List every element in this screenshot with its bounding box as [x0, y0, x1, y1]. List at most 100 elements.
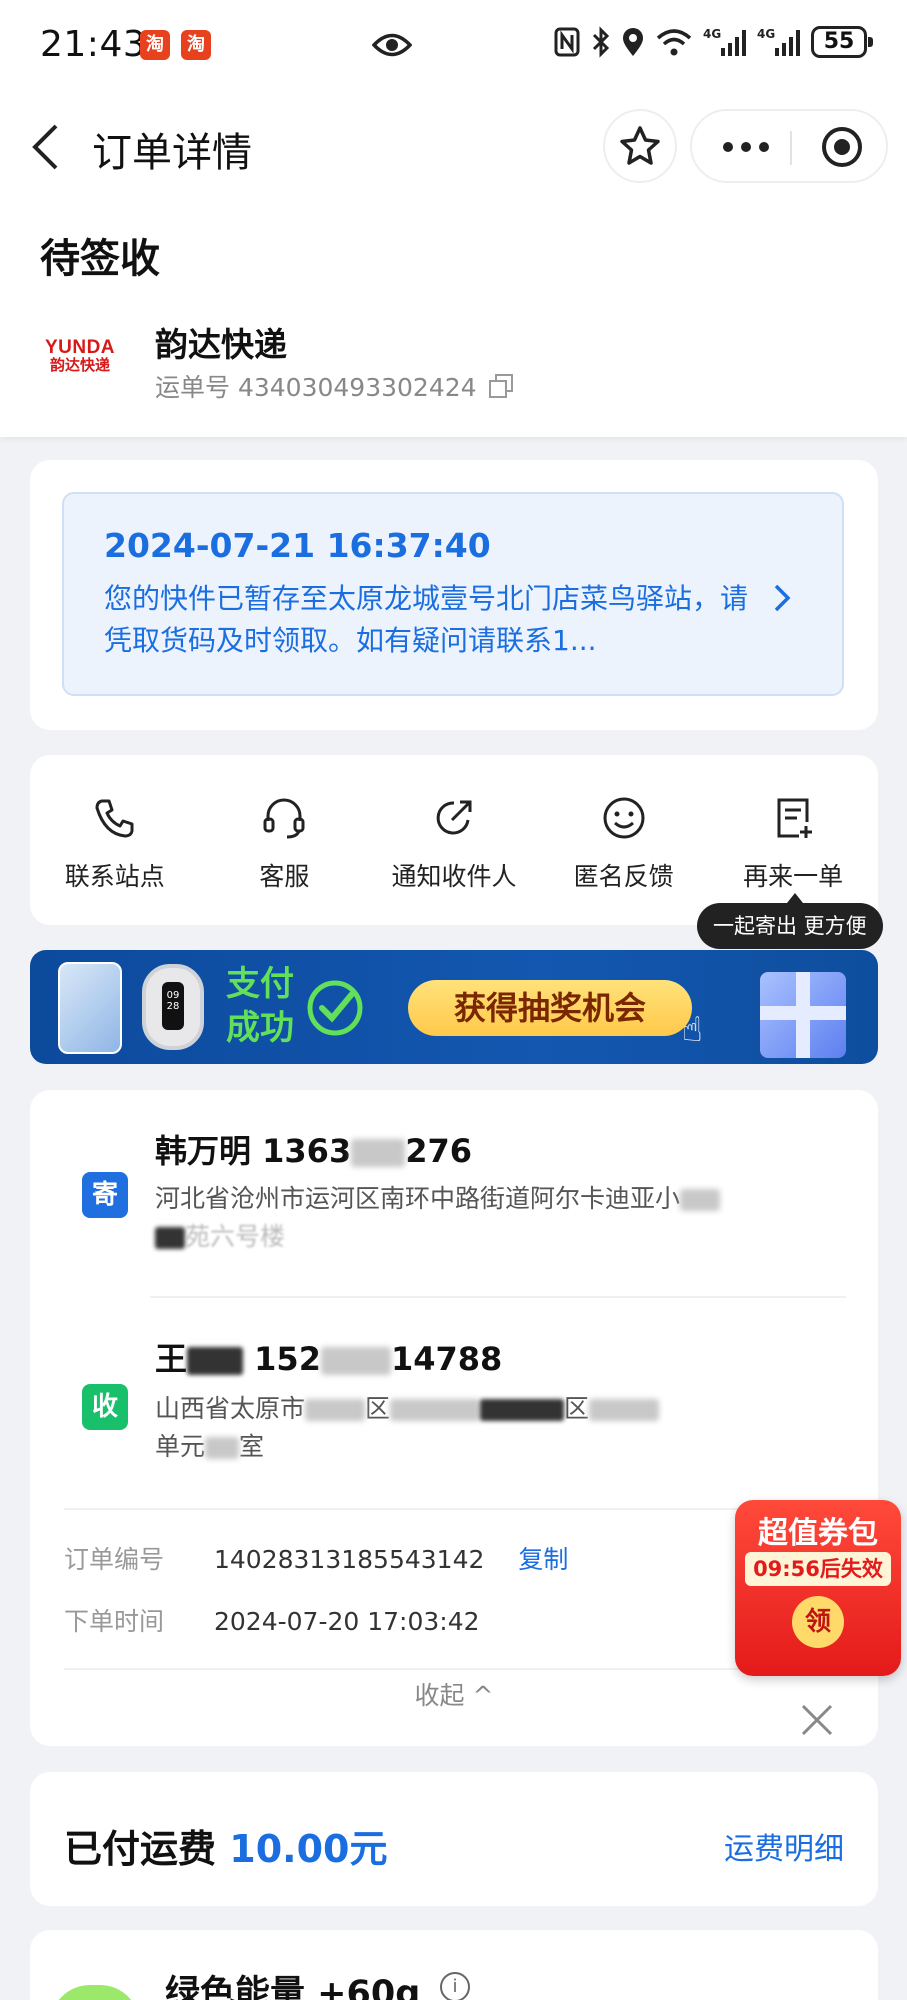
- close-icon: [801, 1704, 833, 1736]
- recipient-name-phone: 王 152 14788: [155, 1334, 502, 1380]
- action-label: 联系站点: [64, 862, 165, 891]
- anonymous-feedback-button[interactable]: 匿名反馈: [539, 755, 709, 925]
- nav-bar: 订单详情: [0, 98, 907, 196]
- actions-card: 联系站点 客服 通知收件人 匿名反馈 再来一单: [30, 755, 878, 925]
- waybill-number[interactable]: 运单号 434030493302424: [155, 368, 515, 404]
- contact-station-button[interactable]: 联系站点: [30, 755, 200, 925]
- tracking-card: 2024-07-21 16:37:40 您的快件已暂存至太原龙城壹号北门店菜鸟驿…: [30, 460, 878, 730]
- taobao-app-icon-2: 淘: [181, 30, 211, 60]
- fee-summary: 已付运费 10.00元: [64, 1818, 387, 1873]
- wifi-icon: [656, 29, 692, 56]
- pay-line-2: 成功: [226, 1008, 294, 1048]
- clock: 21:43: [40, 24, 147, 65]
- sender-name: 韩万明 1363: [155, 1132, 352, 1170]
- action-label: 客服: [259, 862, 310, 891]
- sender-phone-tail: 276: [405, 1132, 473, 1170]
- status-bar: 21:43 淘 淘 4G 4G 55: [0, 0, 907, 92]
- lottery-cta[interactable]: 获得抽奖机会: [408, 980, 692, 1036]
- star-icon: [620, 126, 660, 165]
- coupon-float[interactable]: 超值券包 09:56后失效 领: [735, 1500, 901, 1676]
- logo-text-en: YUNDA: [44, 337, 116, 358]
- courier-logo: YUNDA 韵达快递: [40, 338, 120, 373]
- recipient-address-mid2: 区: [564, 1394, 590, 1423]
- redacted-block: [305, 1398, 366, 1422]
- recipient-address-line2: 单元: [155, 1432, 206, 1461]
- redacted-block: [187, 1346, 244, 1376]
- collapse-button[interactable]: 收起 ^: [30, 1676, 878, 1712]
- order-number: 1402831318554314​2: [214, 1545, 485, 1574]
- redacted-block: [155, 1226, 185, 1250]
- recipient-tag: 收: [82, 1384, 128, 1430]
- status-icons: 4G 4G 55: [553, 26, 873, 58]
- redacted-block: [480, 1398, 565, 1422]
- miniapp-capsule: [690, 109, 888, 183]
- capsule-divider: [790, 131, 792, 165]
- recipient-address-mid1: 区: [365, 1394, 391, 1423]
- sender-name-phone: 韩万明 1363 276: [155, 1126, 472, 1172]
- divider: [150, 1296, 846, 1298]
- note-plus-icon: [708, 793, 878, 843]
- recipient-phone-head: 152: [254, 1340, 321, 1378]
- network-label-2: 4G: [757, 27, 775, 41]
- logo-text-cn: 韵达快递: [49, 356, 110, 374]
- pay-line-1: 支付: [226, 964, 294, 1004]
- order-number-label: 订单编号: [64, 1545, 165, 1574]
- signal-4g-icon-2: 4G: [757, 27, 800, 56]
- sender-address-fragment: 苑六号楼: [185, 1222, 286, 1251]
- redacted-block: [351, 1138, 406, 1168]
- coupon-title: 超值券包: [758, 1516, 878, 1551]
- coupon-expiry: 09:56后失效: [745, 1552, 891, 1586]
- order-number-row: 订单编号 1402831318554314​2 复制: [64, 1540, 568, 1576]
- sender-address: 河北省沧州市运河区南环中路街道阿尔卡迪亚小 苑六号楼: [155, 1180, 835, 1256]
- copy-order-button[interactable]: 复制: [518, 1545, 568, 1574]
- customer-service-button[interactable]: 客服: [200, 755, 370, 925]
- headset-icon: [200, 793, 370, 843]
- close-coupon-button[interactable]: [799, 1702, 835, 1742]
- coupon-claim-button[interactable]: 领: [792, 1596, 844, 1648]
- reorder-tooltip: 一起寄出 更方便: [697, 893, 883, 949]
- location-icon: [623, 28, 643, 56]
- divider: [64, 1508, 846, 1510]
- more-dots-icon: [723, 142, 769, 152]
- fee-detail-link[interactable]: 运费明细: [724, 1824, 844, 1868]
- waybill-text: 运单号 434030493302424: [155, 373, 477, 402]
- copy-icon[interactable]: [487, 372, 515, 400]
- watch-face: 09 28: [162, 982, 184, 1030]
- order-status: 待签收: [40, 236, 160, 282]
- action-label: 再来一单: [743, 862, 844, 891]
- taobao-app-icon: 淘: [140, 30, 170, 60]
- network-label: 4G: [703, 27, 721, 41]
- courier-name: 韵达快递: [155, 325, 287, 364]
- tracking-datetime: 2024-07-21 16:37:40: [104, 526, 491, 565]
- fee-amount: 10.00元: [229, 1827, 388, 1871]
- order-time-label: 下单时间: [64, 1607, 165, 1636]
- favorite-button[interactable]: [603, 109, 677, 183]
- battery-indicator: 55: [811, 26, 873, 58]
- signal-4g-icon: 4G: [703, 27, 746, 56]
- fee-label: 已付运费: [64, 1827, 217, 1871]
- share-arrow-icon: [369, 793, 539, 843]
- close-miniapp-button[interactable]: [820, 125, 864, 173]
- redacted-block: [390, 1398, 481, 1422]
- notify-recipient-button[interactable]: 通知收件人: [369, 755, 539, 925]
- chevron-right-icon: [772, 582, 792, 618]
- actions-row: 联系站点 客服 通知收件人 匿名反馈 再来一单: [30, 755, 878, 925]
- promo-banner[interactable]: 09 28 支付 成功 获得抽奖机会 ☝: [30, 950, 878, 1064]
- chevron-left-icon: [32, 124, 58, 170]
- tracking-latest[interactable]: 2024-07-21 16:37:40 您的快件已暂存至太原龙城壹号北门店菜鸟驿…: [62, 492, 844, 696]
- redacted-block: [589, 1398, 660, 1422]
- sender-address-text: 河北省沧州市运河区南环中路街道阿尔卡迪亚小: [155, 1184, 681, 1213]
- payment-success-text: 支付 成功: [226, 962, 294, 1050]
- redacted-block: [205, 1436, 240, 1460]
- tracking-message: 您的快件已暂存至太原龙城壹号北门店菜鸟驿站，请凭取货码及时领取。如有疑问请联系1…: [104, 582, 749, 657]
- smile-icon: [539, 793, 709, 843]
- divider: [64, 1668, 846, 1670]
- recipient-phone-tail: 14788: [390, 1340, 503, 1378]
- info-icon[interactable]: i: [440, 1972, 470, 2000]
- recipient-address: 山西省太原市 区 区 单元 室: [155, 1390, 835, 1466]
- nfc-icon: [554, 27, 580, 57]
- back-button[interactable]: [30, 122, 60, 176]
- more-button[interactable]: [722, 134, 770, 164]
- action-label: 匿名反馈: [573, 862, 674, 891]
- recipient-address-line2-end: 室: [239, 1432, 265, 1461]
